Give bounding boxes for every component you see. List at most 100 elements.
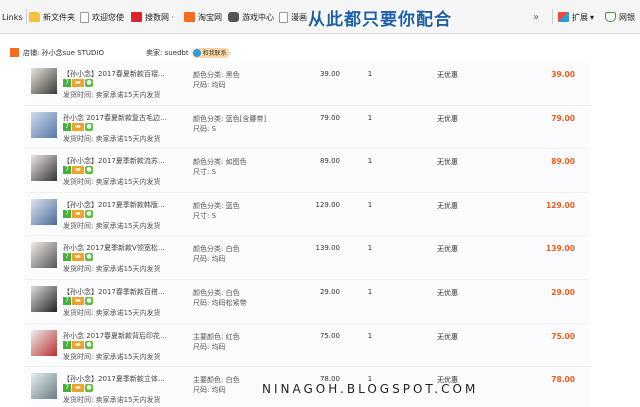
insurance-icon[interactable]: ●	[85, 122, 93, 131]
seller-name[interactable]: 卖家: suedbt	[146, 48, 189, 58]
banner-text: 从此都只要你配合	[308, 10, 452, 30]
seven-day-return-icon[interactable]: 7	[63, 296, 71, 305]
product-title-link[interactable]: 【孙小念】2017夏季新款韩版…	[63, 200, 179, 209]
divider	[26, 9, 27, 24]
credit-card-icon[interactable]: ▬	[72, 296, 84, 305]
seven-day-return-icon[interactable]: 7	[63, 253, 71, 262]
product-thumbnail[interactable]	[31, 155, 57, 182]
attribute-size: 尺寸: S	[193, 168, 217, 177]
watermark: NINAGOH.BLOGSPOT.COM	[262, 382, 479, 396]
product-thumbnail[interactable]	[31, 373, 57, 400]
shipping-time: 发货时间: 卖家承诺15天内发货	[63, 308, 161, 317]
subtotal: 79.00	[551, 113, 575, 123]
bookmark-game-center[interactable]: 游戏中心	[228, 11, 274, 23]
quantity: 1	[367, 157, 373, 166]
product-title-link[interactable]: 【孙小念】2017春季新款百搭…	[63, 287, 179, 296]
quantity: 1	[367, 70, 373, 78]
bookmark-soushu[interactable]: 搜数网 ·	[131, 11, 174, 23]
product-title-link[interactable]: 孙小念 2017夏季新款V领宽松…	[63, 243, 179, 252]
attribute-color: 颜色分类: 如图色	[193, 158, 247, 167]
seven-day-return-icon[interactable]: 7	[63, 340, 71, 349]
store-name-link[interactable]: 店铺: 孙小念sue STUDIO	[23, 48, 104, 58]
insurance-icon[interactable]: ●	[85, 209, 93, 218]
order-list: 【孙小念】2017春夏新款百褶… 7 ▬ ● 发货时间: 卖家承诺15天内发货 …	[25, 62, 590, 407]
shop-header: 店铺: 孙小念sue STUDIO 卖家: suedbt 和我联系	[10, 44, 590, 61]
unit-price: 29.00	[319, 287, 340, 296]
product-title-link[interactable]: 【孙小念】2017夏季新款流苏…	[63, 156, 179, 165]
credit-card-icon[interactable]: ▬	[72, 79, 84, 87]
discount: 无优惠	[437, 201, 458, 210]
credit-card-icon[interactable]: ▬	[72, 166, 84, 175]
insurance-icon[interactable]: ●	[85, 340, 93, 349]
bookmark-new-folder[interactable]: 新文件夹	[29, 11, 75, 23]
credit-card-icon[interactable]: ▬	[72, 384, 84, 393]
product-title-link[interactable]: 孙小念 2017春夏新款背后印花…	[63, 331, 179, 340]
attribute-color: 颜色分类: 白色	[193, 288, 240, 297]
seven-day-return-icon[interactable]: 7	[63, 122, 71, 131]
divider	[552, 9, 553, 24]
product-thumbnail[interactable]	[31, 111, 57, 138]
store-icon	[10, 48, 19, 57]
seller-info: 卖家: suedbt 和我联系	[146, 47, 230, 58]
service-badges: 7 ▬ ●	[63, 209, 94, 218]
product-thumbnail[interactable]	[31, 285, 57, 312]
attribute-size: 尺码: 均码	[193, 255, 226, 264]
quantity: 1	[367, 113, 373, 122]
product-title-link[interactable]: 孙小念 2017春夏新款复古毛边…	[63, 113, 179, 122]
shipping-time: 发货时间: 卖家承诺15天内发货	[63, 352, 161, 361]
product-title-link[interactable]: 【孙小念】2017夏季新款立体…	[63, 374, 179, 383]
seven-day-return-icon[interactable]: 7	[63, 166, 71, 175]
security-button[interactable]: 网银	[605, 11, 635, 23]
bookmarks-bar: Links 新文件夹 欢迎您使 搜数网 · 淘宝网 游戏中心 漫画 从此都只要你…	[0, 0, 640, 34]
game-icon	[228, 12, 239, 22]
wangwang-icon	[192, 48, 201, 57]
bookmarks-overflow-button[interactable]: »	[533, 11, 539, 23]
product-thumbnail[interactable]	[31, 68, 57, 94]
subtotal: 78.00	[551, 375, 575, 385]
seven-day-return-icon[interactable]: 7	[63, 79, 71, 87]
insurance-icon[interactable]: ●	[85, 384, 93, 393]
product-thumbnail[interactable]	[31, 198, 57, 225]
contact-seller-button[interactable]: 和我联系	[191, 47, 230, 58]
order-row: 【孙小念】2017夏季新款韩版… 7 ▬ ● 发货时间: 卖家承诺15天内发货 …	[25, 192, 590, 237]
insurance-icon[interactable]: ●	[85, 296, 93, 305]
seven-day-return-icon[interactable]: 7	[63, 209, 71, 218]
bookmark-manhua[interactable]: 漫画	[279, 11, 307, 23]
unit-price: 89.00	[319, 157, 340, 166]
attribute-color: 颜色分类: 蓝色	[193, 201, 240, 210]
product-attributes: 颜色分类: 白色 尺码: 均码	[193, 244, 240, 264]
unit-price: 79.00	[319, 113, 340, 122]
seven-day-return-icon[interactable]: 7	[63, 384, 71, 393]
unit-price: 39.00	[319, 70, 340, 78]
service-badges: 7 ▬ ●	[63, 340, 94, 349]
bookmark-taobao[interactable]: 淘宝网	[184, 11, 222, 23]
order-row: 孙小念 2017春夏新款复古毛边… 7 ▬ ● 发货时间: 卖家承诺15天内发货…	[25, 105, 590, 150]
bookmark-welcome[interactable]: 欢迎您使	[80, 11, 124, 23]
insurance-icon[interactable]: ●	[85, 79, 93, 87]
taobao-icon	[184, 12, 195, 22]
extensions-button[interactable]: 扩展 ▾	[558, 11, 594, 23]
insurance-icon[interactable]: ●	[85, 166, 93, 175]
folder-icon	[29, 12, 40, 22]
credit-card-icon[interactable]: ▬	[72, 253, 84, 262]
shipping-time: 发货时间: 卖家承诺15天内发货	[63, 178, 161, 187]
discount: 无优惠	[437, 71, 458, 79]
insurance-icon[interactable]: ●	[85, 253, 93, 262]
bookmark-links[interactable]: Links	[2, 11, 23, 23]
product-attributes: 颜色分类: 蓝色[含腰带] 尺码: S	[193, 114, 266, 134]
quantity: 1	[367, 200, 373, 209]
quantity: 1	[367, 331, 373, 340]
product-thumbnail[interactable]	[31, 329, 57, 356]
product-title-link[interactable]: 【孙小念】2017春夏新款百褶…	[63, 69, 179, 78]
subtotal: 29.00	[551, 287, 575, 297]
shipping-time: 发货时间: 卖家承诺15天内发货	[63, 265, 161, 274]
discount: 无优惠	[437, 288, 458, 297]
product-attributes: 主要颜色: 红色 尺码: 均码	[193, 332, 240, 352]
attribute-size: 尺码: 均码	[193, 81, 226, 89]
credit-card-icon[interactable]: ▬	[72, 122, 84, 131]
credit-card-icon[interactable]: ▬	[72, 209, 84, 218]
product-thumbnail[interactable]	[31, 242, 57, 269]
attribute-color: 颜色分类: 黑色	[193, 71, 240, 79]
attribute-size: 尺码: 均码松紧带	[193, 298, 247, 307]
credit-card-icon[interactable]: ▬	[72, 340, 84, 349]
